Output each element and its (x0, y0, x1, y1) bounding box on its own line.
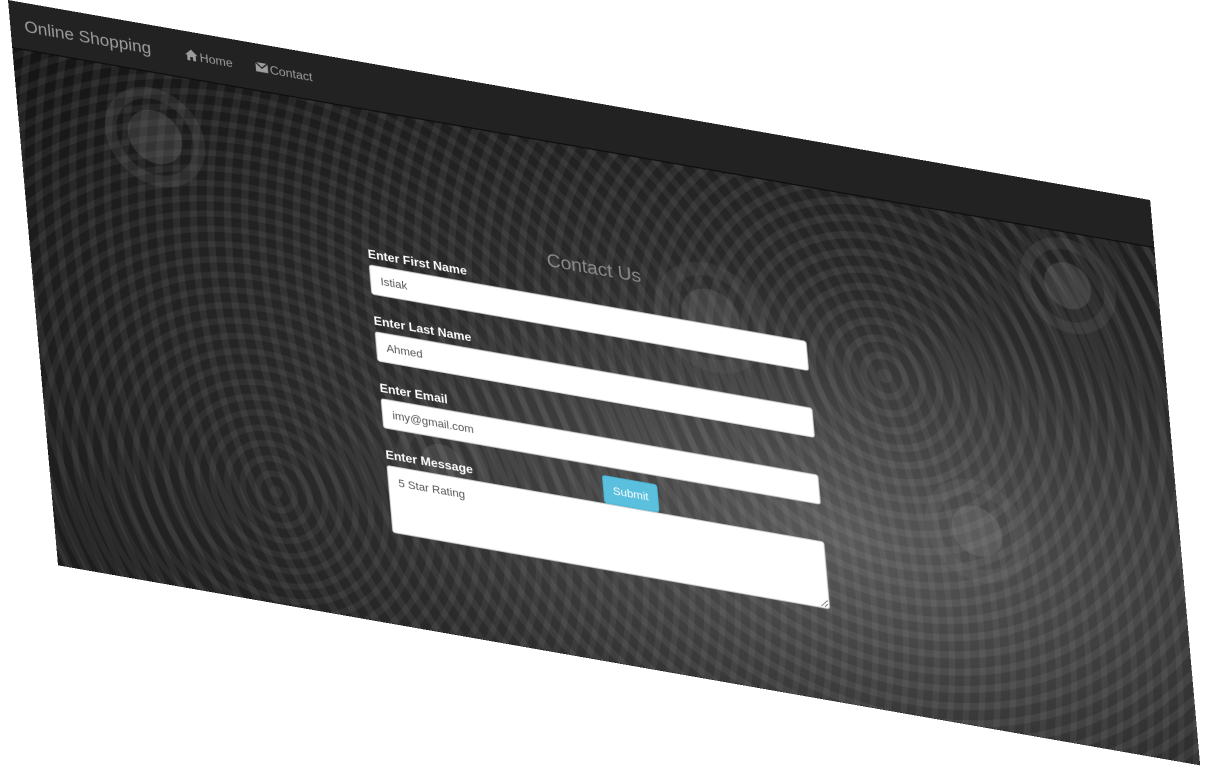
nav-link-contact-label: Contact (269, 61, 313, 84)
home-icon (185, 49, 198, 62)
nav-link-home[interactable]: Home (173, 45, 244, 71)
viewport: Online Shopping Home Contact Contact Us … (0, 0, 1205, 769)
page-screen: Online Shopping Home Contact Contact Us … (8, 0, 1200, 765)
envelope-icon (255, 61, 269, 74)
nav-link-home-label: Home (198, 49, 234, 70)
brand-link[interactable]: Online Shopping (9, 14, 175, 62)
navbar: Online Shopping Home Contact (8, 0, 1155, 249)
nav-link-contact[interactable]: Contact (243, 57, 324, 85)
